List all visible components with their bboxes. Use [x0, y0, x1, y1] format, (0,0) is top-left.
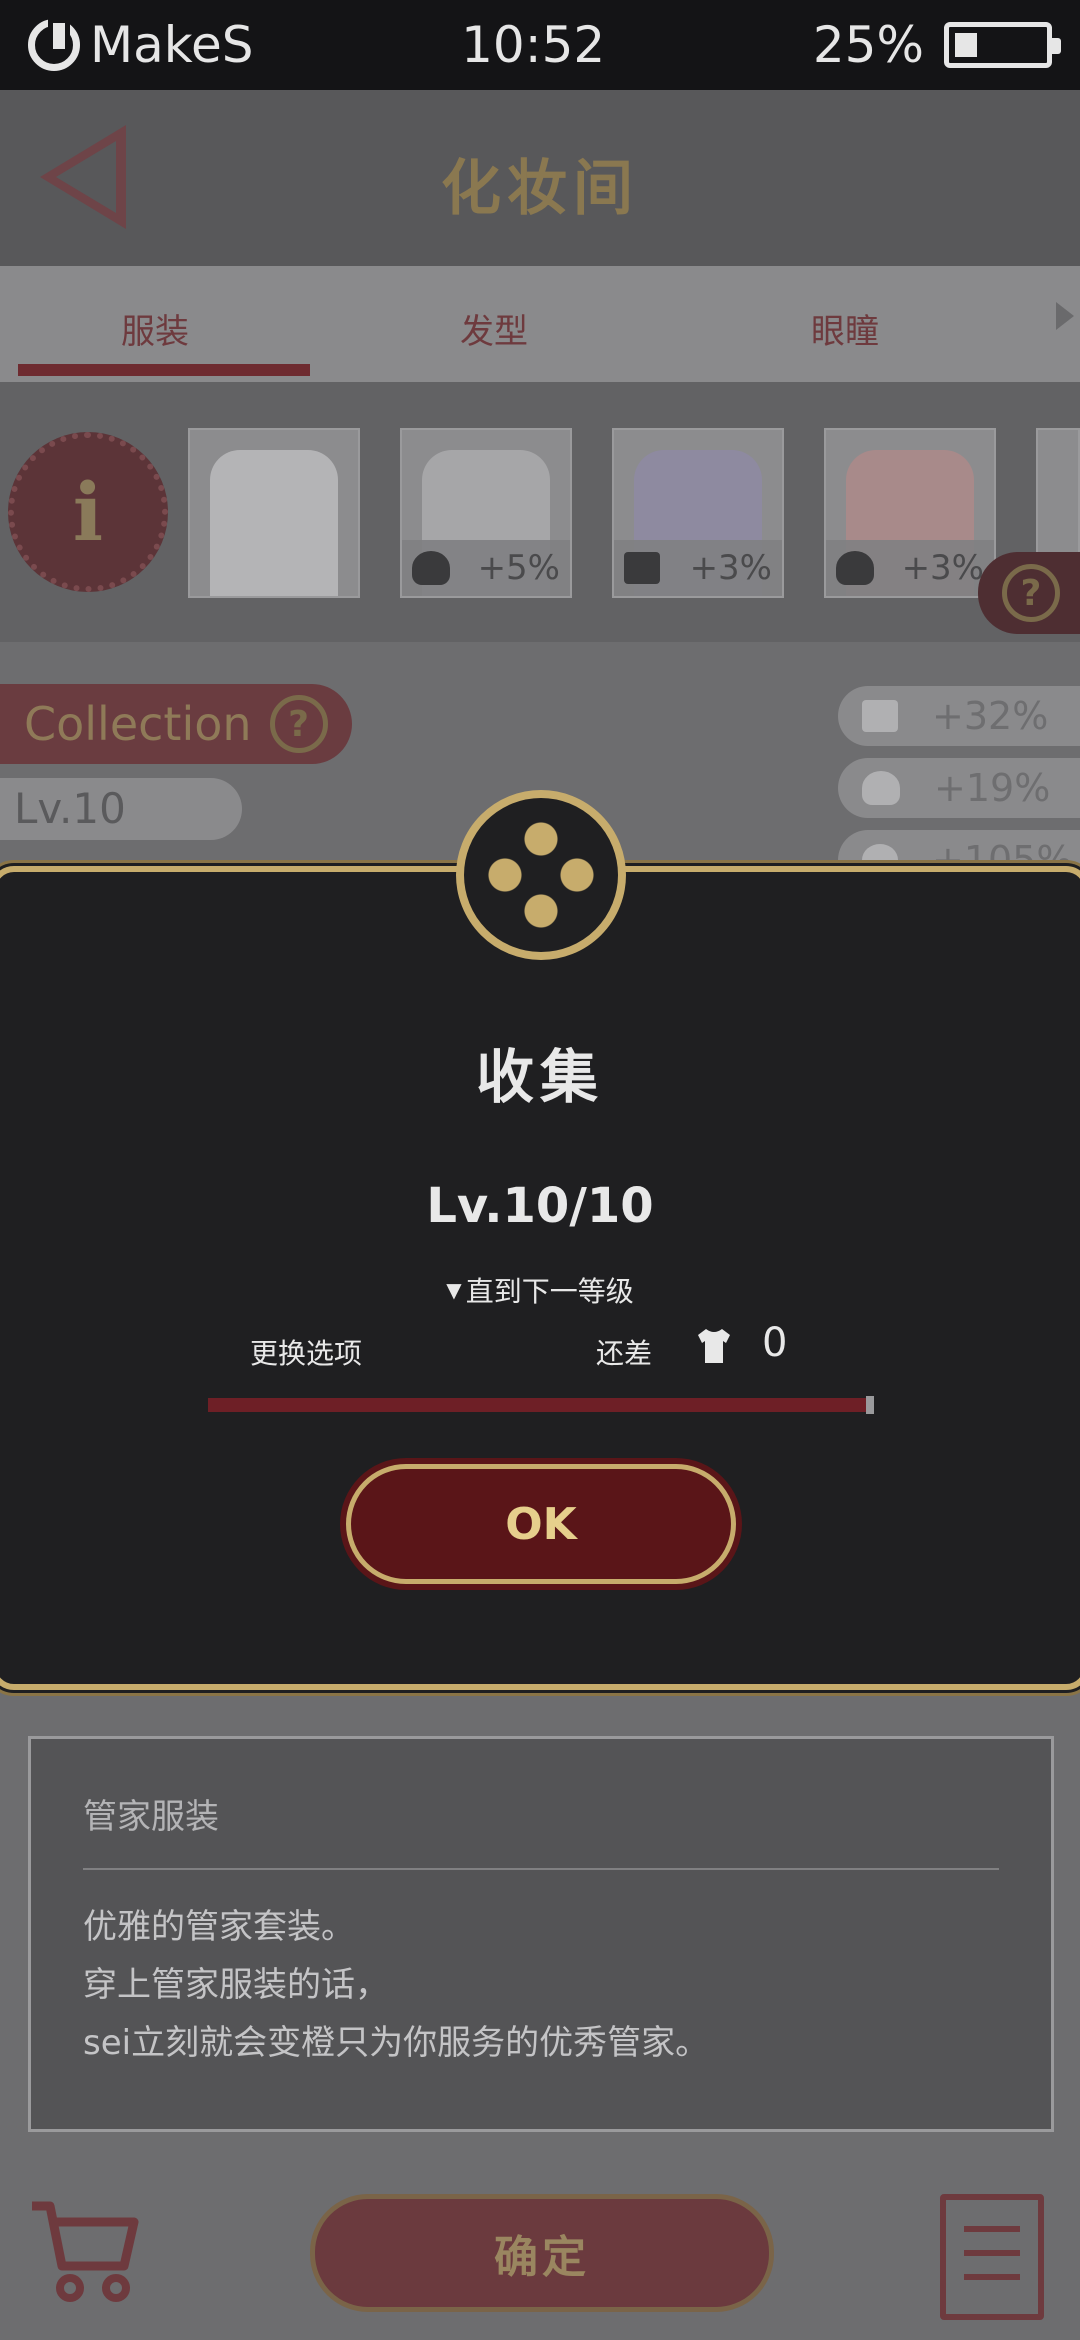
description-line: 优雅的管家套装。	[83, 1907, 355, 1947]
outfit-bonus: +3%	[901, 548, 984, 588]
status-bar: MakeS 10:52 25%	[0, 0, 1080, 90]
outfit-item[interactable]: +5%	[400, 428, 572, 598]
description-line: sei立刻就会变橙只为你服务的优秀管家。	[83, 2023, 710, 2063]
category-tabs: 服装 发型 眼瞳	[0, 266, 1080, 382]
card-icon	[862, 700, 898, 732]
bonus-pill: +19%	[838, 758, 1080, 818]
help-button[interactable]: ?	[978, 552, 1080, 634]
heart-icon	[862, 771, 900, 805]
collection-level: Lv.10	[0, 778, 242, 840]
outfit-item[interactable]: +3%	[824, 428, 996, 598]
description-line: 穿上管家服装的话，	[83, 1965, 389, 2005]
remaining-count: 0	[762, 1320, 788, 1366]
description-title: 管家服装	[83, 1789, 999, 1870]
outfit-item[interactable]: +3%	[612, 428, 784, 598]
swap-option-label: 更换选项	[250, 1337, 363, 1370]
shirt-icon	[698, 1329, 730, 1363]
description-box: 管家服装 优雅的管家套装。 穿上管家服装的话， sei立刻就会变橙只为你服务的优…	[28, 1736, 1054, 2132]
tabs-next-arrow-icon[interactable]	[1056, 302, 1074, 330]
status-left: MakeS	[28, 16, 253, 74]
progress-end-marker	[866, 1396, 874, 1414]
bonus-value: +32%	[932, 694, 1049, 738]
brand-name: MakeS	[90, 16, 254, 74]
bonus-pill: +32%	[838, 686, 1080, 746]
help-icon: ?	[1002, 564, 1060, 622]
outfit-stat: +5%	[402, 540, 570, 596]
confirm-button[interactable]: 确定	[310, 2194, 774, 2312]
outfit-item[interactable]	[188, 428, 360, 598]
level-progress-bar	[208, 1398, 872, 1412]
emblem-inner	[481, 815, 601, 935]
tab-outfit[interactable]: 服装	[0, 266, 310, 382]
triangle-down-icon: ▼	[446, 1278, 462, 1302]
outfit-bonus: +5%	[477, 548, 560, 588]
collection-label: Collection	[24, 697, 252, 751]
battery-level-fill	[955, 33, 977, 57]
help-icon: ?	[269, 695, 328, 753]
outfit-thumbnail	[210, 450, 338, 596]
dialog-level: Lv.10/10	[426, 1178, 654, 1234]
collection-button[interactable]: Collection ?	[0, 684, 352, 764]
page-title: 化妆间	[441, 154, 639, 224]
cart-icon[interactable]	[28, 2196, 140, 2306]
outfit-bonus: +3%	[689, 548, 772, 588]
battery-icon	[944, 22, 1061, 68]
remaining-label: 还差	[596, 1337, 653, 1370]
tab-hairstyle[interactable]: 发型	[310, 266, 670, 382]
ornament-emblem-icon	[456, 790, 626, 960]
heart-icon	[836, 551, 874, 585]
heart-icon	[412, 551, 450, 585]
info-badge-icon[interactable]: i	[8, 432, 168, 592]
clock: 10:52	[461, 16, 606, 74]
ok-button[interactable]: OK	[346, 1464, 736, 1584]
dialog-title: 收集	[475, 1043, 604, 1111]
card-icon	[624, 552, 660, 584]
next-level-label: ▼ 直到下一等级	[0, 1270, 1080, 1310]
battery-percent: 25%	[812, 16, 924, 74]
outfit-stat: +3%	[614, 540, 782, 596]
next-level-text: 直到下一等级	[465, 1275, 634, 1308]
outfit-stat: +3%	[826, 540, 994, 596]
description-text: 优雅的管家套装。 穿上管家服装的话， sei立刻就会变橙只为你服务的优秀管家。	[83, 1898, 999, 2072]
bonus-value: +19%	[934, 766, 1051, 810]
status-right: 25%	[812, 16, 1061, 74]
notes-icon[interactable]	[940, 2194, 1044, 2320]
power-icon	[28, 18, 80, 71]
tab-eyes[interactable]: 眼瞳	[670, 266, 980, 382]
